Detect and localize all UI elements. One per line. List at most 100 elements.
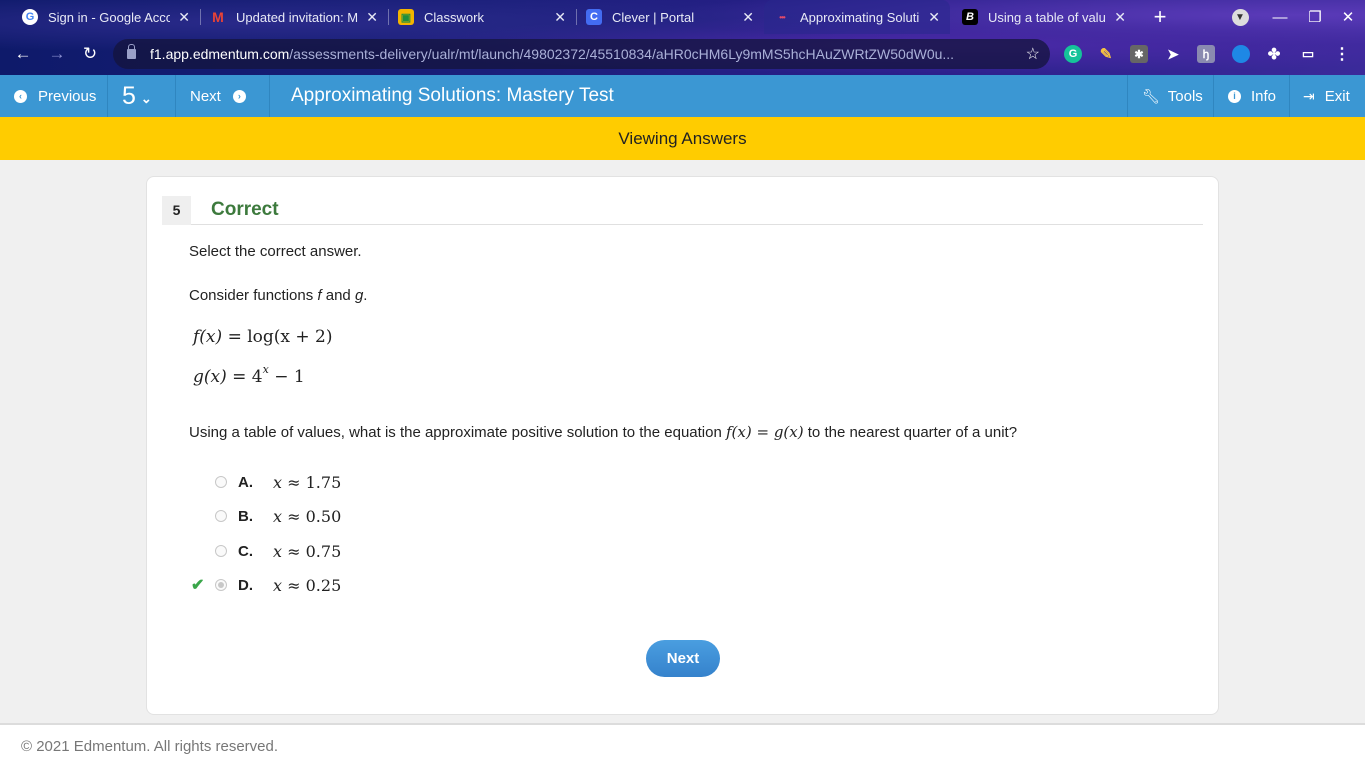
chevron-right-circle-icon: › xyxy=(232,89,246,103)
tab-title: Sign in - Google Acco xyxy=(48,9,171,25)
option-letter: A. xyxy=(238,473,253,491)
forward-icon[interactable]: → xyxy=(45,42,69,66)
previous-label: Previous xyxy=(38,87,97,105)
close-window-icon[interactable]: ✕ xyxy=(1331,0,1365,34)
restore-icon[interactable]: ❐ xyxy=(1298,0,1332,34)
url-host: f1.app.edmentum.com xyxy=(150,46,290,62)
info-icon: i xyxy=(1228,89,1241,103)
approx-symbol: ≈ xyxy=(287,575,301,595)
extensions-icon[interactable]: ✤ xyxy=(1265,45,1283,63)
close-tab-icon[interactable]: ✕ xyxy=(1114,9,1126,26)
g-rhs-base: = 4 xyxy=(232,367,263,387)
question-number: 5 xyxy=(122,81,136,110)
next-nav-button[interactable]: Next › xyxy=(176,75,270,117)
info-button[interactable]: i Info xyxy=(1213,75,1289,117)
new-tab-button[interactable]: + xyxy=(1148,4,1172,29)
prompt-suffix: to the nearest quarter of a unit? xyxy=(803,424,1018,441)
intro-prefix: Consider functions xyxy=(189,287,318,304)
address-bar[interactable]: f1.app.edmentum.com/assessments-delivery… xyxy=(113,39,1050,69)
wrench-icon: 🔧︎ xyxy=(1142,87,1160,104)
highlighter-icon[interactable]: ✎ xyxy=(1097,45,1115,63)
option-number: 0.75 xyxy=(305,541,342,561)
tab-gmail[interactable]: M Updated invitation: M ✕ xyxy=(200,0,388,34)
approx-symbol: ≈ xyxy=(287,541,301,561)
edmentum-icon: ••• xyxy=(779,12,785,22)
option-letter: D. xyxy=(238,576,253,594)
f-lhs: f(x) xyxy=(193,327,223,347)
tab-google-signin[interactable]: G Sign in - Google Acco ✕ xyxy=(12,0,200,34)
intro-and: and xyxy=(321,287,355,304)
info-label: Info xyxy=(1251,87,1277,105)
next-question-button[interactable]: Next xyxy=(646,640,720,677)
option-letter: B. xyxy=(238,507,253,525)
question-number-badge: 5 xyxy=(162,195,191,225)
google-icon: G xyxy=(22,9,38,25)
close-tab-icon[interactable]: ✕ xyxy=(928,9,940,26)
browser-toolbar: ← → ↻ f1.app.edmentum.com/assessments-de… xyxy=(0,34,1365,75)
tab-brainly[interactable]: B Using a table of valu ✕ xyxy=(952,0,1136,34)
tab-classwork[interactable]: ▣ Classwork ✕ xyxy=(388,0,576,34)
url-path: /assessments-delivery/ualr/mt/launch/498… xyxy=(289,46,955,62)
next-label: Next xyxy=(190,87,221,105)
brainly-icon: B xyxy=(962,9,978,25)
option-number: 1.75 xyxy=(305,472,342,492)
question-selector[interactable]: 5 ⌄ xyxy=(108,75,176,117)
tab-title: Using a table of valu xyxy=(988,9,1106,25)
prompt-prefix: Using a table of values, what is the app… xyxy=(189,424,726,441)
chevron-left-circle-icon: ‹ xyxy=(14,89,27,103)
function-g-definition: g(x) = 4x − 1 xyxy=(193,363,305,387)
globe-icon[interactable] xyxy=(1232,45,1250,63)
radio-option-a[interactable] xyxy=(215,476,227,488)
minimize-icon[interactable]: — xyxy=(1263,0,1297,34)
option-number: 0.50 xyxy=(305,506,342,526)
viewing-answers-banner: Viewing Answers xyxy=(0,117,1365,160)
option-number: 0.25 xyxy=(305,575,342,595)
tab-title: Clever | Portal xyxy=(612,9,695,25)
lock-icon xyxy=(127,44,136,59)
url-text: f1.app.edmentum.com/assessments-delivery… xyxy=(150,46,1010,62)
tab-approximating-solutions[interactable]: ••• Approximating Soluti ✕ xyxy=(764,0,950,34)
question-card: 5 Correct Select the correct answer. Con… xyxy=(146,176,1219,715)
reload-icon[interactable]: ↻ xyxy=(78,42,102,66)
extension-h-icon[interactable]: ꜧ xyxy=(1197,45,1215,63)
cast-icon[interactable]: ▭ xyxy=(1299,45,1317,63)
radio-option-d[interactable] xyxy=(215,579,227,591)
f-rhs: = log(x + 2) xyxy=(227,327,333,347)
back-icon[interactable]: ← xyxy=(11,42,35,66)
radio-option-b[interactable] xyxy=(215,510,227,522)
intro-suffix: . xyxy=(363,287,368,304)
tab-clever[interactable]: C Clever | Portal ✕ xyxy=(576,0,764,34)
instruction-text: Select the correct answer. xyxy=(189,243,362,260)
previous-button[interactable]: ‹ Previous xyxy=(0,75,108,117)
test-title: Approximating Solutions: Mastery Test xyxy=(291,85,614,106)
tab-title: Updated invitation: M xyxy=(236,9,359,25)
grammarly-icon[interactable]: G xyxy=(1064,45,1082,63)
exit-button[interactable]: ⇥ Exit xyxy=(1289,75,1365,117)
cursor-icon[interactable]: ➤ xyxy=(1164,45,1182,63)
menu-kebab-icon[interactable]: ⋮ xyxy=(1333,45,1351,63)
extension-puzzle-icon[interactable]: ✱ xyxy=(1130,45,1148,63)
close-tab-icon[interactable]: ✕ xyxy=(554,9,566,26)
approx-symbol: ≈ xyxy=(287,506,301,526)
footer-copyright: © 2021 Edmentum. All rights reserved. xyxy=(0,723,1365,768)
radio-option-c[interactable] xyxy=(215,545,227,557)
g-lhs: g(x) xyxy=(193,367,227,387)
bookmark-star-icon[interactable]: ☆ xyxy=(1026,44,1040,64)
question-header: 5 Correct xyxy=(162,195,1203,225)
close-tab-icon[interactable]: ✕ xyxy=(366,9,378,26)
option-value: x ≈ 0.25 xyxy=(273,576,341,595)
checkmark-icon: ✔ xyxy=(191,577,205,594)
approx-symbol: ≈ xyxy=(287,472,301,492)
tools-button[interactable]: 🔧︎ Tools xyxy=(1127,75,1213,117)
option-value: x ≈ 0.75 xyxy=(273,542,341,561)
profile-icon[interactable]: ▼ xyxy=(1223,0,1257,34)
tab-title: Approximating Soluti xyxy=(800,9,920,25)
browser-chrome: G Sign in - Google Acco ✕ M Updated invi… xyxy=(0,0,1365,75)
option-var: x xyxy=(273,506,283,526)
g-rhs-tail: − 1 xyxy=(268,367,305,387)
option-value: x ≈ 0.50 xyxy=(273,507,341,526)
tab-title: Classwork xyxy=(424,9,484,25)
close-tab-icon[interactable]: ✕ xyxy=(178,9,190,26)
close-tab-icon[interactable]: ✕ xyxy=(742,9,754,26)
clever-icon: C xyxy=(586,9,602,25)
